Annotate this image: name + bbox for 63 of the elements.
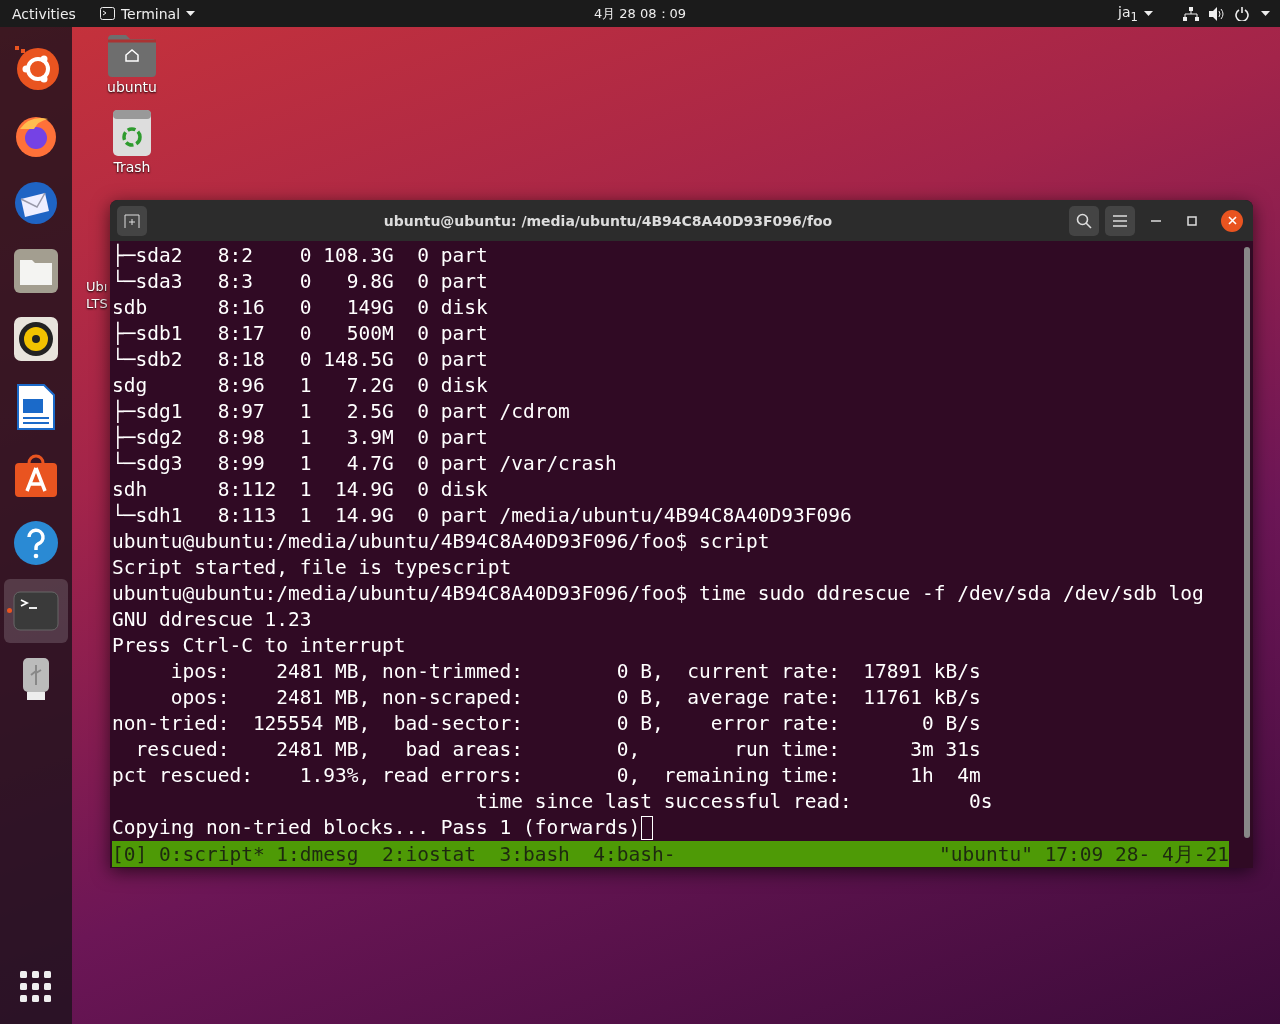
menu-button[interactable] — [1105, 205, 1135, 236]
terminal-line: pct rescued: 1.93%, read errors: 0, remaining time: 1h 4m — [112, 763, 981, 789]
terminal-line: Press Ctrl-C to interrupt — [112, 633, 406, 659]
terminal-line: ├─sda2 8:2 0 108.3G 0 part — [112, 243, 488, 269]
text-cursor — [641, 816, 654, 840]
network-icon[interactable] — [1183, 6, 1199, 21]
terminal-line: GNU ddrescue 1.23 — [112, 607, 312, 633]
terminal-line: └─sdb2 8:18 0 148.5G 0 part — [112, 347, 488, 373]
terminal-line: time since last successful read: 0s — [474, 789, 993, 815]
window-title: ubuntu@ubuntu: /media/ubuntu/4B94C8A40D93F096/foo — [382, 212, 834, 229]
help-icon — [13, 520, 59, 566]
terminal-icon — [99, 7, 115, 20]
terminal-line: ├─sdg2 8:98 1 3.9M 0 part — [112, 425, 488, 451]
speaker-icon — [13, 316, 59, 362]
status-info: "ubuntu" 17:09 28- 4月-21 — [938, 841, 1229, 868]
terminal-line: opos: 2481 MB, non-scraped: 0 B, average rate: 11761 kB/s — [169, 685, 981, 711]
input-method-menu[interactable]: ja$_{1}$ — [1106, 3, 1165, 24]
terminal-line: ├─sdg1 8:97 1 2.5G 0 part /cdrom — [112, 399, 570, 425]
terminal-line: rescued: 2481 MB, bad areas: 0, run time: 3m 31s — [134, 737, 981, 763]
new-tab-button[interactable] — [117, 205, 147, 236]
terminal-line: ipos: 2481 MB, non-trimmed: 0 B, current rate: 17891 kB/s — [169, 659, 981, 685]
window-list: [0] 0:script* 1:dmesg 2:iostat 3:bash 4:bash- — [112, 842, 676, 866]
power-icon[interactable] — [1235, 6, 1249, 21]
desktop-icon-label: ubuntu — [107, 79, 157, 95]
terminal-line: ├─sdb1 8:17 0 500M 0 part — [112, 321, 488, 347]
terminal-line: └─sdg3 8:99 1 4.7G 0 part /var/crash — [112, 451, 617, 477]
volume-icon[interactable] — [1209, 6, 1225, 21]
minimize-icon — [1151, 219, 1161, 222]
app-menu[interactable]: Terminal — [87, 5, 208, 22]
close-icon — [1227, 216, 1237, 225]
terminal-line: ubuntu@ubuntu:/media/ubuntu/4B94C8A40D93F096/foo$ time sudo ddrescue -f /dev/sda /dev/sdb log — [112, 581, 1204, 607]
terminal-line: Script started, file is typescript — [112, 555, 512, 581]
desktop-icon-label: Trash — [113, 159, 151, 175]
desktop-icon-label: Ubı — [86, 279, 108, 294]
new-tab-icon — [124, 213, 140, 228]
caret-icon — [1144, 11, 1153, 16]
folder-icon — [13, 248, 59, 294]
clock[interactable]: 4月 28 08：09 — [593, 4, 687, 23]
document-icon — [16, 383, 56, 431]
caret-icon[interactable] — [1261, 11, 1270, 16]
menu-icon — [1113, 214, 1127, 227]
trash-icon[interactable] — [112, 109, 152, 157]
scrollbar[interactable] — [1244, 247, 1250, 838]
terminal-line: └─sda3 8:3 0 9.8G 0 part — [112, 269, 488, 295]
search-button[interactable] — [1069, 205, 1099, 236]
terminal-line: sdg 8:96 1 7.2G 0 disk — [112, 373, 488, 399]
terminal-line: non-tried: 125554 MB, bad-sector: 0 B, error rate: 0 B/s — [112, 711, 981, 737]
terminal-icon — [13, 591, 59, 631]
terminal-line: ubuntu@ubuntu:/media/ubuntu/4B94C8A40D93F096/foo$ script — [112, 529, 770, 555]
terminal-line: Copying non-tried blocks... Pass 1 (forwards) — [112, 815, 654, 841]
desktop-icon-label: LTS — [86, 296, 108, 311]
usb-drive-icon — [22, 657, 50, 701]
terminal-line: sdb 8:16 0 149G 0 disk — [112, 295, 488, 321]
terminal-line: sdh 8:112 1 14.9G 0 disk — [112, 477, 488, 503]
maximize-icon — [1187, 215, 1197, 226]
app-grid-icon — [20, 971, 52, 1003]
installer-icon — [12, 43, 60, 91]
terminal-line: └─sdh1 8:113 1 14.9G 0 part /media/ubuntu/4B94C8A40D93F096 — [112, 503, 852, 529]
close-button[interactable] — [1221, 209, 1243, 232]
caret-icon — [186, 11, 196, 16]
activities-button[interactable]: Activities — [0, 5, 88, 22]
search-icon — [1076, 212, 1092, 229]
home-folder-icon[interactable] — [108, 35, 156, 77]
